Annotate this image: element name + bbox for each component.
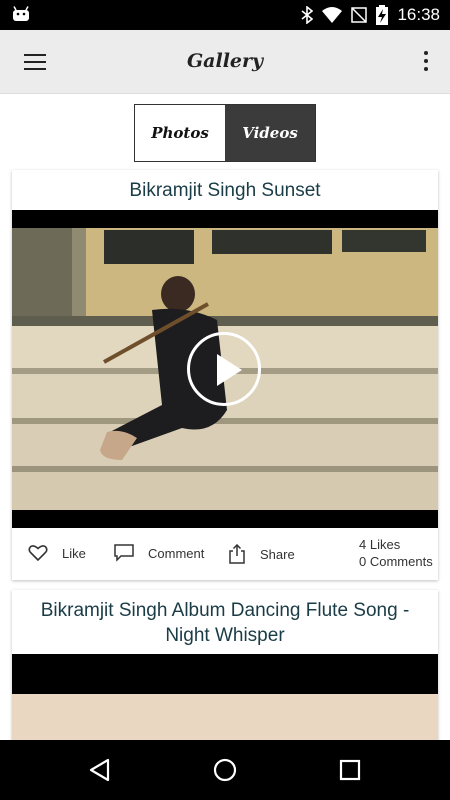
video-player[interactable] bbox=[12, 210, 438, 528]
wifi-icon bbox=[322, 7, 343, 23]
comment-button[interactable]: Comment bbox=[114, 544, 204, 562]
overflow-menu-icon[interactable] bbox=[414, 46, 438, 78]
comments-count: 0 Comments bbox=[359, 554, 433, 569]
share-icon bbox=[229, 544, 245, 564]
battery-charging-icon bbox=[376, 5, 389, 25]
comment-label: Comment bbox=[148, 545, 205, 561]
like-button[interactable]: Like bbox=[28, 544, 86, 562]
video-title: Bikramjit Singh Sunset bbox=[129, 180, 321, 201]
tab-videos[interactable]: Videos bbox=[225, 105, 315, 161]
bluetooth-icon bbox=[301, 6, 314, 24]
status-time: 16:38 bbox=[397, 5, 440, 24]
share-label: Share bbox=[260, 546, 295, 562]
like-label: Like bbox=[62, 545, 86, 561]
navigation-bar bbox=[0, 740, 450, 800]
status-bar: 16:38 bbox=[0, 0, 450, 30]
screen: 16:38 Gallery Photos Videos Bikramjit Si… bbox=[0, 0, 450, 800]
video-thumbnail bbox=[12, 654, 438, 750]
gallery-tabs: Photos Videos bbox=[134, 104, 316, 162]
video-stats: 4 Likes 0 Comments bbox=[359, 536, 433, 570]
video-actions: Like Comment Share 4 Likes 0 Comments bbox=[12, 528, 438, 580]
app-bar: Gallery bbox=[0, 30, 450, 94]
video-card: Bikramjit Singh Sunset Like Comment Shar… bbox=[12, 170, 438, 580]
play-icon bbox=[217, 354, 242, 386]
android-icon bbox=[13, 6, 29, 21]
comment-icon bbox=[114, 544, 134, 562]
no-sim-icon bbox=[351, 7, 368, 23]
back-icon[interactable] bbox=[80, 754, 120, 786]
likes-count: 4 Likes bbox=[359, 537, 401, 552]
home-icon[interactable] bbox=[205, 754, 245, 786]
video-card: Bikramjit Singh Album Dancing Flute Song… bbox=[12, 590, 438, 750]
tab-photos[interactable]: Photos bbox=[135, 105, 225, 161]
page-title: Gallery bbox=[186, 50, 264, 72]
play-button[interactable] bbox=[187, 332, 261, 406]
heart-icon bbox=[28, 545, 48, 562]
recent-apps-icon[interactable] bbox=[330, 754, 370, 786]
video-title: Bikramjit Singh Album Dancing Flute Song… bbox=[40, 600, 410, 646]
video-player[interactable] bbox=[12, 654, 438, 750]
share-button[interactable]: Share bbox=[228, 544, 295, 564]
